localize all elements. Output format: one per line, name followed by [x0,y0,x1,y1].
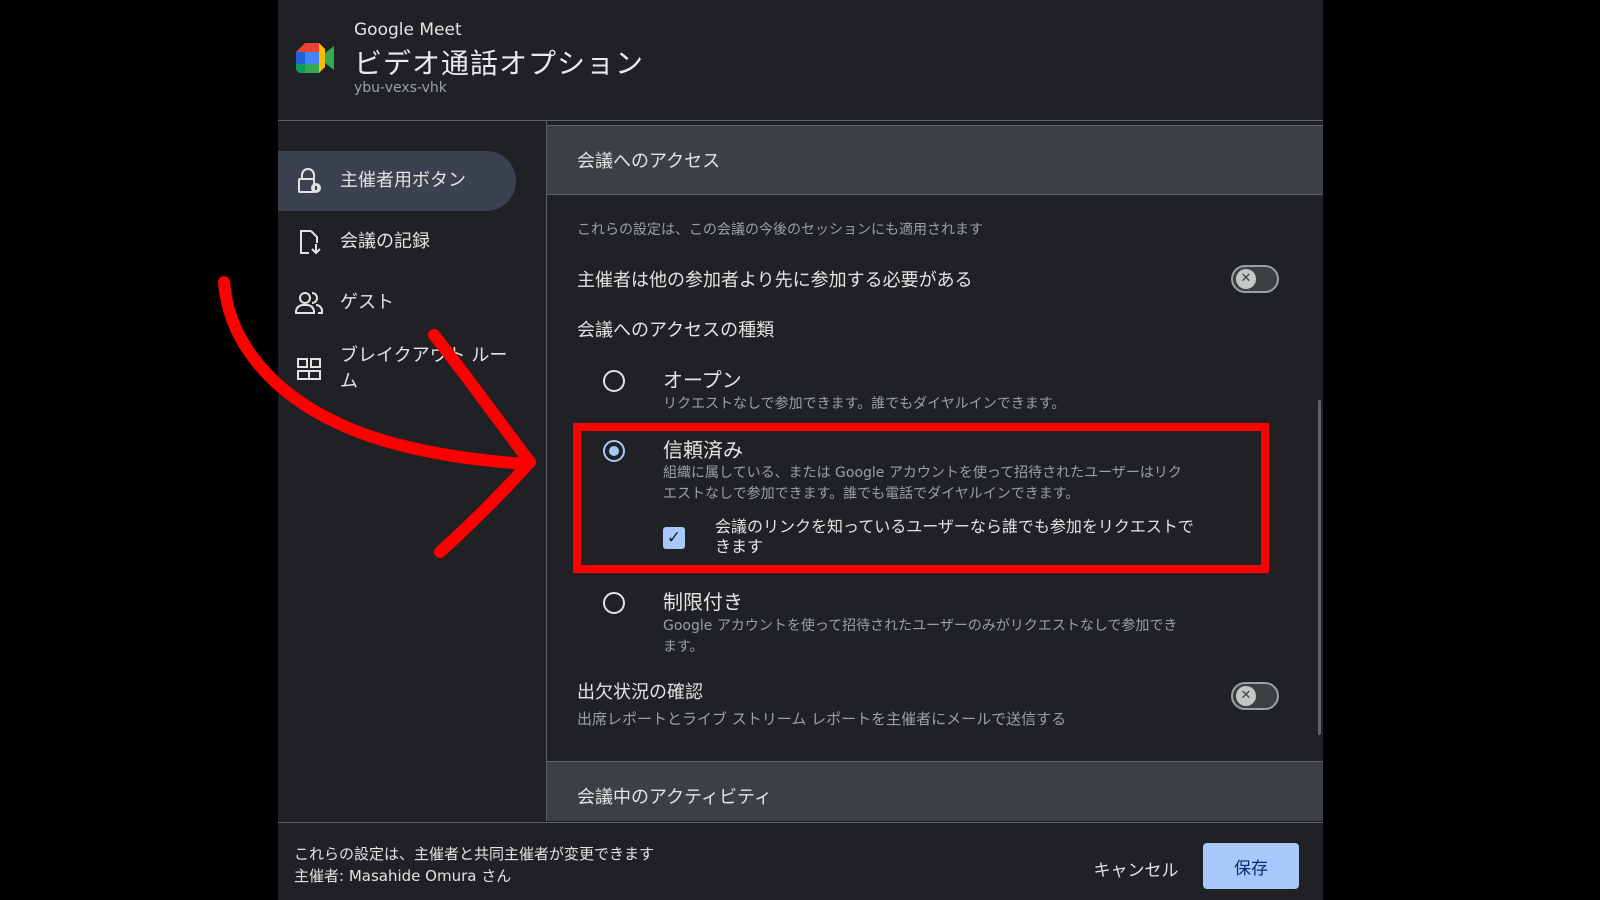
settings-content: 会議へのアクセス これらの設定は、この会議の今後のセッションにも適用されます 主… [547,121,1323,821]
people-icon [294,288,324,318]
sidebar-item-meeting-records[interactable]: 会議の記録 [278,212,516,272]
attendance-title: 出欠状況の確認 [577,682,703,703]
dialog-footer: これらの設定は、主催者と共同主催者が変更できます 主催者: Masahide O… [278,822,1323,900]
meeting-code: ybu-vexs-vhk [354,80,447,96]
close-icon: ✕ [1236,269,1256,289]
app-name: Google Meet [354,20,462,40]
grid-icon [294,354,324,384]
sidebar-item-label: 主催者用ボタン [340,170,466,191]
section-header-activity[interactable]: 会議中のアクティビティ [547,761,1323,821]
attendance-toggle[interactable]: ✕ [1231,682,1279,710]
dialog-header: Google Meet ビデオ通話オプション ybu-vexs-vhk [278,0,1323,121]
sidebar-item-host-controls[interactable]: 主催者用ボタン [278,151,516,211]
link-request-label: 会議のリンクを知っているユーザーなら誰でも参加をリクエストできます [715,517,1194,556]
footer-note: これらの設定は、主催者と共同主催者が変更できます 主催者: Masahide O… [294,843,654,887]
radio-restricted[interactable] [603,592,625,614]
attendance-description: 出席レポートとライブ ストリーム レポートを主催者にメールで送信する [577,710,1067,728]
check-icon: ✓ [666,528,682,548]
section-header-access[interactable]: 会議へのアクセス [547,125,1323,195]
footer-note-line: これらの設定は、主催者と共同主催者が変更できます [294,845,655,863]
lock-person-icon [294,166,324,196]
radio-trusted[interactable] [603,440,625,462]
sidebar: 主催者用ボタン 会議の記録 ゲスト ブレイクアウト ルーム [278,121,547,821]
dialog-title: ビデオ通話オプション [354,47,645,80]
host-name-line: 主催者: Masahide Omura さん [294,867,512,885]
sidebar-item-label: ゲスト [340,292,394,313]
host-join-first-label: 主催者は他の参加者より先に参加する必要がある [577,270,973,291]
settings-note: これらの設定は、この会議の今後のセッションにも適用されます [577,222,983,238]
access-type-heading: 会議へのアクセスの種類 [577,320,775,341]
link-request-checkbox[interactable]: ✓ [663,527,685,549]
host-join-first-toggle[interactable]: ✕ [1231,265,1279,293]
close-icon: ✕ [1236,686,1256,706]
sidebar-item-guests[interactable]: ゲスト [278,273,516,333]
option-restricted-description: Google アカウントを使って招待されたユーザーのみがリクエストなしで参加でき… [663,618,1178,655]
radio-open[interactable] [603,370,625,392]
option-open-description: リクエストなしで参加できます。誰でもダイヤルインできます。 [663,396,1066,412]
option-open-title: オープン [663,368,742,392]
sidebar-item-breakout-rooms[interactable]: ブレイクアウト ルーム [278,333,516,405]
settings-dialog: Google Meet ビデオ通話オプション ybu-vexs-vhk 主催者用… [278,0,1323,900]
option-trusted-description: 組織に属している、または Google アカウントを使って招待されたユーザーはリ… [663,465,1182,502]
google-meet-logo-icon [296,43,334,73]
cancel-button[interactable]: キャンセル [1078,846,1194,890]
file-download-icon [294,227,324,257]
save-button[interactable]: 保存 [1203,843,1299,889]
sidebar-item-label: 会議の記録 [340,231,430,252]
option-trusted-title: 信頼済み [663,438,743,462]
option-restricted-title: 制限付き [663,590,743,614]
sidebar-item-label: ブレイクアウト ルーム [340,345,508,392]
content-scrollbar[interactable] [1318,400,1321,735]
